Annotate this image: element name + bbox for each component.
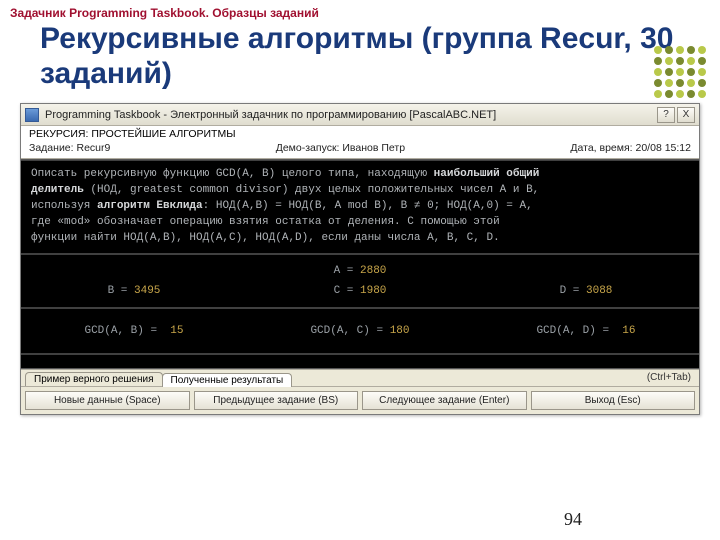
app-icon bbox=[25, 108, 39, 122]
decorative-dots bbox=[654, 46, 706, 98]
window-title: Programming Taskbook - Электронный задач… bbox=[45, 109, 655, 121]
terminal-area: Описать рекурсивную функцию GCD(A, B) це… bbox=[21, 159, 699, 369]
task-label: Задание: Recur9 bbox=[29, 142, 110, 154]
info-bar: РЕКУРСИЯ: ПРОСТЕЙШИЕ АЛГОРИТМЫ Задание: … bbox=[21, 126, 699, 159]
next-task-button[interactable]: Следующее задание (Enter) bbox=[362, 391, 527, 410]
input-data-section: A = 2880 B = 3495 C = 1980 D = 3088 bbox=[21, 254, 699, 308]
tab-hint: (Ctrl+Tab) bbox=[647, 372, 695, 383]
tab-correct-example[interactable]: Пример верного решения bbox=[25, 372, 163, 386]
page-number: 94 bbox=[564, 509, 582, 530]
new-data-button[interactable]: Новые данные (Space) bbox=[25, 391, 190, 410]
close-button[interactable]: X bbox=[677, 107, 695, 123]
tab-results[interactable]: Полученные результаты bbox=[162, 373, 293, 387]
output-data-section: GCD(A, B) = 15 GCD(A, C) = 180 GCD(A, D)… bbox=[21, 308, 699, 354]
exit-button[interactable]: Выход (Esc) bbox=[531, 391, 696, 410]
datetime-label: Дата, время: 20/08 15:12 bbox=[570, 142, 691, 154]
slide-header: Задачник Programming Taskbook. Образцы з… bbox=[0, 0, 720, 20]
help-button[interactable]: ? bbox=[657, 107, 675, 123]
row-a: A = 2880 bbox=[31, 261, 689, 281]
slide-title: Рекурсивные алгоритмы (группа Recur, 30 … bbox=[0, 20, 720, 103]
taskbook-window: Programming Taskbook - Электронный задач… bbox=[20, 103, 700, 415]
demo-label: Демо-запуск: Иванов Петр bbox=[276, 142, 405, 154]
button-bar: Новые данные (Space) Предыдущее задание … bbox=[21, 387, 699, 414]
row-gcd: GCD(A, B) = 15 GCD(A, C) = 180 GCD(A, D)… bbox=[31, 321, 689, 341]
topic-text: РЕКУРСИЯ: ПРОСТЕЙШИЕ АЛГОРИТМЫ bbox=[29, 128, 691, 140]
prev-task-button[interactable]: Предыдущее задание (BS) bbox=[194, 391, 359, 410]
task-description: Описать рекурсивную функцию GCD(A, B) це… bbox=[21, 160, 699, 254]
window-titlebar[interactable]: Programming Taskbook - Электронный задач… bbox=[21, 104, 699, 126]
row-bcd: B = 3495 C = 1980 D = 3088 bbox=[31, 281, 689, 301]
tab-bar: Пример верного решения Полученные резуль… bbox=[21, 369, 699, 387]
